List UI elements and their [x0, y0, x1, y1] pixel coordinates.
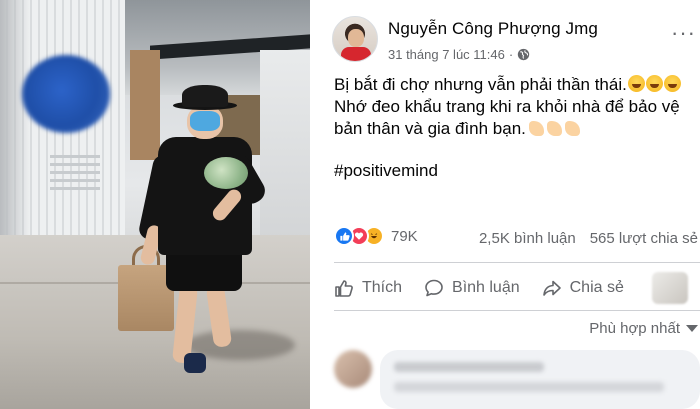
blurred-commenter-name: [394, 362, 544, 372]
avatar-jersey: [341, 47, 371, 61]
post-timestamp[interactable]: 31 tháng 7 lúc 11:46: [388, 47, 505, 62]
right-leg: [205, 284, 233, 348]
share-button[interactable]: Chia sẻ: [542, 278, 624, 298]
share-count[interactable]: 565 lượt chia sẻ: [590, 230, 698, 247]
divider-bottom: [334, 310, 700, 311]
laughing-emoji-icon: [663, 75, 681, 92]
hashtag[interactable]: #positivemind: [334, 160, 696, 182]
reaction-count: 79K: [391, 227, 418, 245]
engagement-stats: 2,5K bình luận 565 lượt chia sẻ: [479, 230, 698, 247]
flexed-biceps-icon: [528, 121, 544, 136]
comment-icon: [425, 279, 443, 297]
wall-lettering: [50, 150, 100, 190]
post-content: Bị bắt đi chợ nhưng vẫn phải thần thái. …: [334, 74, 696, 182]
comment-label: Bình luận: [452, 279, 520, 296]
sort-label: Phù hợp nhất: [589, 320, 680, 337]
facebook-post: Nguyễn Công Phượng Jmg 31 tháng 7 lúc 11…: [324, 0, 700, 409]
post-line-2: Nhớ đeo khẩu trang khi ra khỏi nhà để bả…: [334, 97, 680, 116]
blurred-sign: [22, 55, 110, 133]
blurred-comment-text: [394, 382, 664, 392]
author-name[interactable]: Nguyễn Công Phượng Jmg: [388, 19, 598, 39]
share-label: Chia sẻ: [569, 279, 624, 296]
shoe: [184, 353, 206, 373]
bucket-hat: [182, 85, 228, 107]
commenter-avatar[interactable]: [334, 350, 372, 388]
comment-item: [334, 350, 700, 409]
flexed-biceps-icon: [546, 121, 562, 136]
post-photo[interactable]: [0, 0, 310, 409]
face-mask: [190, 111, 220, 131]
like-button[interactable]: Thích: [334, 278, 402, 298]
reaction-summary[interactable]: 79K: [334, 226, 418, 246]
person: [118, 85, 270, 385]
comment-sort-dropdown[interactable]: Phù hợp nhất: [589, 320, 698, 337]
action-bar: Thích Bình luận Chia sẻ: [334, 268, 700, 308]
more-options-icon[interactable]: ···: [671, 22, 696, 44]
like-label: Thích: [362, 279, 403, 296]
post-line-3: bản thân và gia đình bạn.: [334, 118, 696, 140]
comment-button[interactable]: Bình luận: [424, 278, 520, 298]
post-meta: 31 tháng 7 lúc 11:46 ·: [388, 47, 530, 62]
author-avatar[interactable]: [332, 16, 378, 62]
post-line-1: Bị bắt đi chợ nhưng vẫn phải thần thái.: [334, 74, 696, 96]
comment-bubble[interactable]: [380, 350, 700, 409]
viewer-avatar[interactable]: [651, 272, 688, 304]
avatar-face: [348, 29, 364, 47]
globe-icon[interactable]: [517, 48, 530, 61]
comment-count[interactable]: 2,5K bình luận: [479, 230, 576, 247]
divider-top: [334, 262, 700, 263]
thumbs-up-icon: [335, 280, 353, 297]
panel-divider: [310, 0, 324, 409]
flexed-biceps-icon: [564, 121, 580, 136]
like-reaction-icon: [334, 226, 354, 246]
laughing-emoji-icon: [645, 75, 663, 92]
left-leg: [171, 284, 199, 364]
separator: ·: [508, 47, 514, 62]
vegetable: [204, 157, 248, 189]
caret-down-icon: [686, 325, 698, 332]
share-icon: [542, 280, 561, 296]
laughing-emoji-icon: [627, 75, 645, 92]
